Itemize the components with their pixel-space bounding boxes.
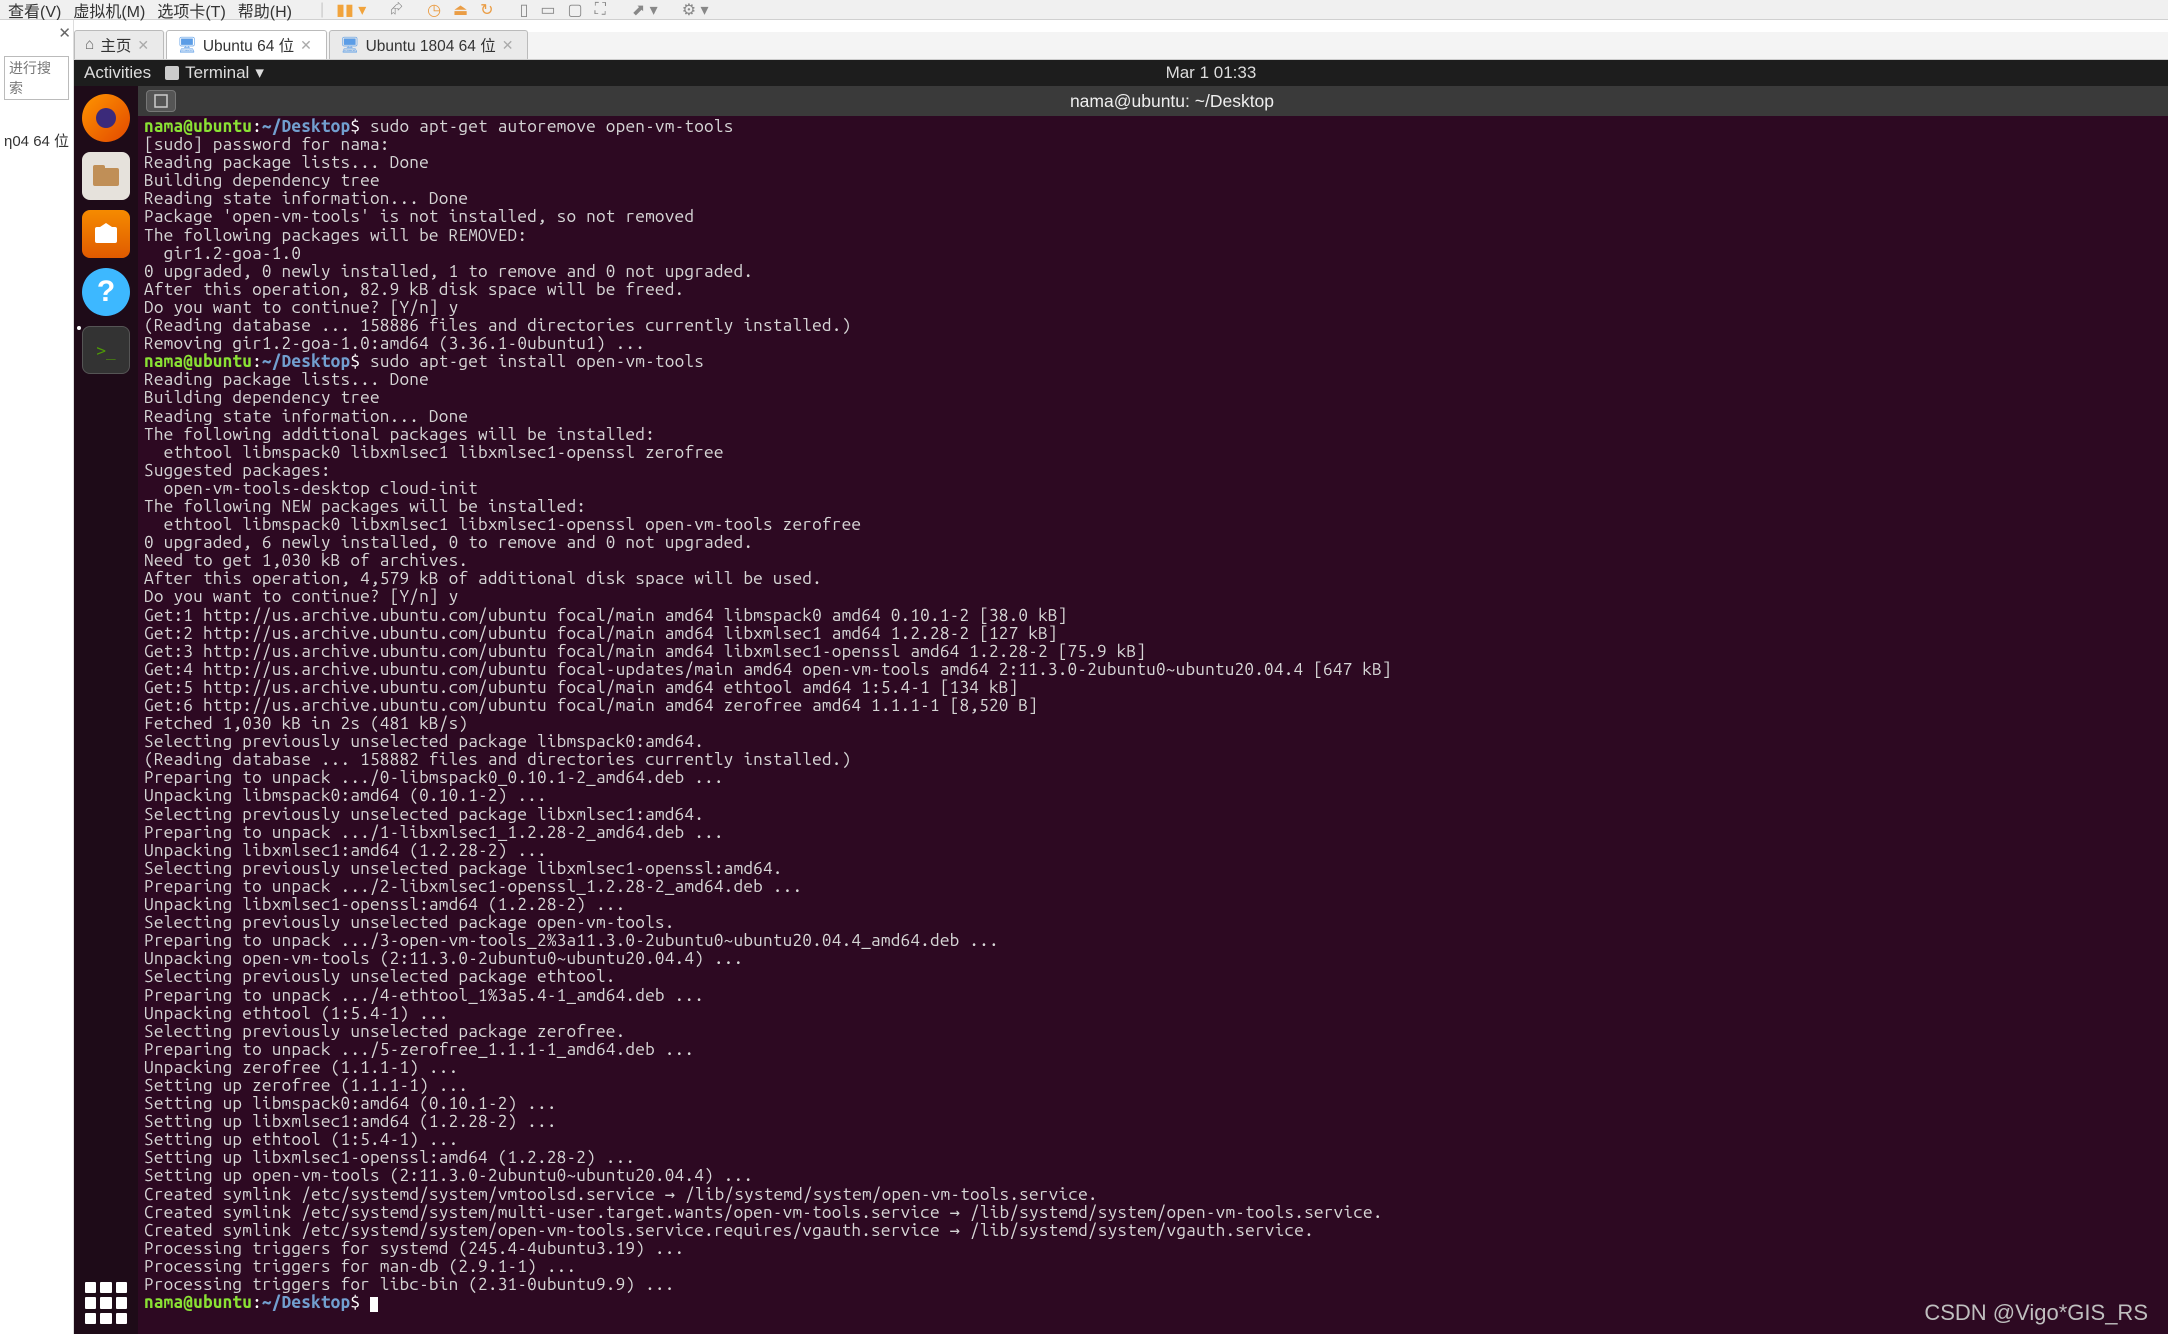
tab-ubuntu1804[interactable]: 🖥 Ubuntu 1804 64 位 ✕ — [329, 30, 529, 59]
menu-help[interactable]: 帮助(H) — [234, 0, 296, 22]
pause-icon[interactable]: ▮▮ ▾ — [332, 0, 370, 20]
close-icon[interactable]: ✕ — [502, 37, 514, 54]
app-menu-terminal[interactable]: Terminal ▾ — [165, 63, 264, 83]
tab-label: Ubuntu 1804 64 位 — [366, 34, 496, 56]
library-search-input[interactable]: 进行搜索 — [4, 56, 69, 100]
terminal-output[interactable]: nama@ubuntu:~/Desktop$ sudo apt-get auto… — [138, 116, 2168, 1334]
software-icon — [93, 221, 119, 247]
host-menu-bar: 查看(V) 虚拟机(M) 选项卡(T) 帮助(H) | ▮▮ ▾ ⮳ ◷ ⏏ ↻… — [0, 0, 2168, 20]
activities-button[interactable]: Activities — [84, 63, 151, 83]
library-item[interactable]: η04 64 位 — [4, 130, 69, 151]
gnome-top-bar: Activities Terminal ▾ Mar 1 01:33 — [74, 60, 2168, 86]
ubuntu-dock: ? >_ — [74, 86, 138, 1334]
tab-ubuntu64[interactable]: 🖥 Ubuntu 64 位 ✕ — [166, 30, 327, 59]
divider: | — [316, 1, 328, 19]
tab-label: 主页 — [100, 34, 131, 56]
tab-home[interactable]: ⌂ 主页 ✕ — [74, 30, 164, 59]
dock-terminal[interactable]: >_ — [82, 326, 130, 374]
close-icon[interactable]: ✕ — [137, 37, 149, 54]
terminal-title: nama@ubuntu: ~/Desktop — [176, 91, 2168, 112]
menu-view[interactable]: 查看(V) — [4, 0, 65, 22]
send-icon[interactable]: ⮳ — [386, 1, 407, 19]
terminal-small-icon — [165, 66, 179, 80]
usb-icon[interactable]: ⏏ — [449, 0, 472, 20]
folder-icon — [92, 164, 120, 188]
new-tab-button[interactable] — [146, 90, 176, 112]
clock-toolbar-icon[interactable]: ◷ — [423, 0, 445, 20]
library-pane: ✕ 进行搜索 η04 64 位 — [0, 20, 74, 1334]
gnome-terminal-window: nama@ubuntu: ~/Desktop nama@ubuntu:~/Des… — [138, 86, 2168, 1334]
home-icon: ⌂ — [85, 36, 94, 54]
vm-icon: 🖥 — [340, 36, 360, 55]
settings-toolbar-icon[interactable]: ⚙ ▾ — [678, 0, 713, 20]
firefox-icon — [91, 103, 121, 133]
show-applications-button[interactable] — [85, 1282, 127, 1324]
layout-icon-3[interactable]: ▢ — [564, 0, 587, 20]
app-menu-label: Terminal — [185, 63, 249, 83]
menu-tabs[interactable]: 选项卡(T) — [153, 0, 229, 22]
close-pane-icon[interactable]: ✕ — [58, 24, 71, 42]
dock-help[interactable]: ? — [82, 268, 130, 316]
tab-label: Ubuntu 64 位 — [203, 34, 294, 56]
clock-label[interactable]: Mar 1 01:33 — [1166, 63, 1257, 83]
chevron-down-icon: ▾ — [255, 63, 264, 83]
layout-icon-2[interactable]: ▭ — [536, 0, 559, 20]
popout-icon[interactable]: ⬈ ▾ — [628, 0, 662, 20]
dock-files[interactable] — [82, 152, 130, 200]
terminal-titlebar[interactable]: nama@ubuntu: ~/Desktop — [138, 86, 2168, 116]
menu-vm[interactable]: 虚拟机(M) — [69, 0, 149, 22]
vm-icon: 🖥 — [177, 36, 197, 55]
vm-tab-bar: ⌂ 主页 ✕ 🖥 Ubuntu 64 位 ✕ 🖥 Ubuntu 1804 64 … — [74, 32, 2168, 60]
close-icon[interactable]: ✕ — [300, 37, 312, 54]
dock-firefox[interactable] — [82, 94, 130, 142]
layout-icon-1[interactable]: ▯ — [516, 0, 533, 20]
help-icon: ? — [97, 275, 115, 309]
terminal-icon: >_ — [96, 341, 115, 360]
watermark-label: CSDN @Vigo*GIS_RS — [1924, 1300, 2148, 1326]
fullscreen-icon[interactable]: ⛶ — [591, 1, 610, 19]
refresh-icon[interactable]: ↻ — [476, 0, 497, 20]
running-indicator-icon — [77, 326, 81, 330]
dock-software[interactable] — [82, 210, 130, 258]
ubuntu-desktop: Activities Terminal ▾ Mar 1 01:33 ? — [74, 60, 2168, 1334]
new-tab-icon — [154, 94, 168, 108]
